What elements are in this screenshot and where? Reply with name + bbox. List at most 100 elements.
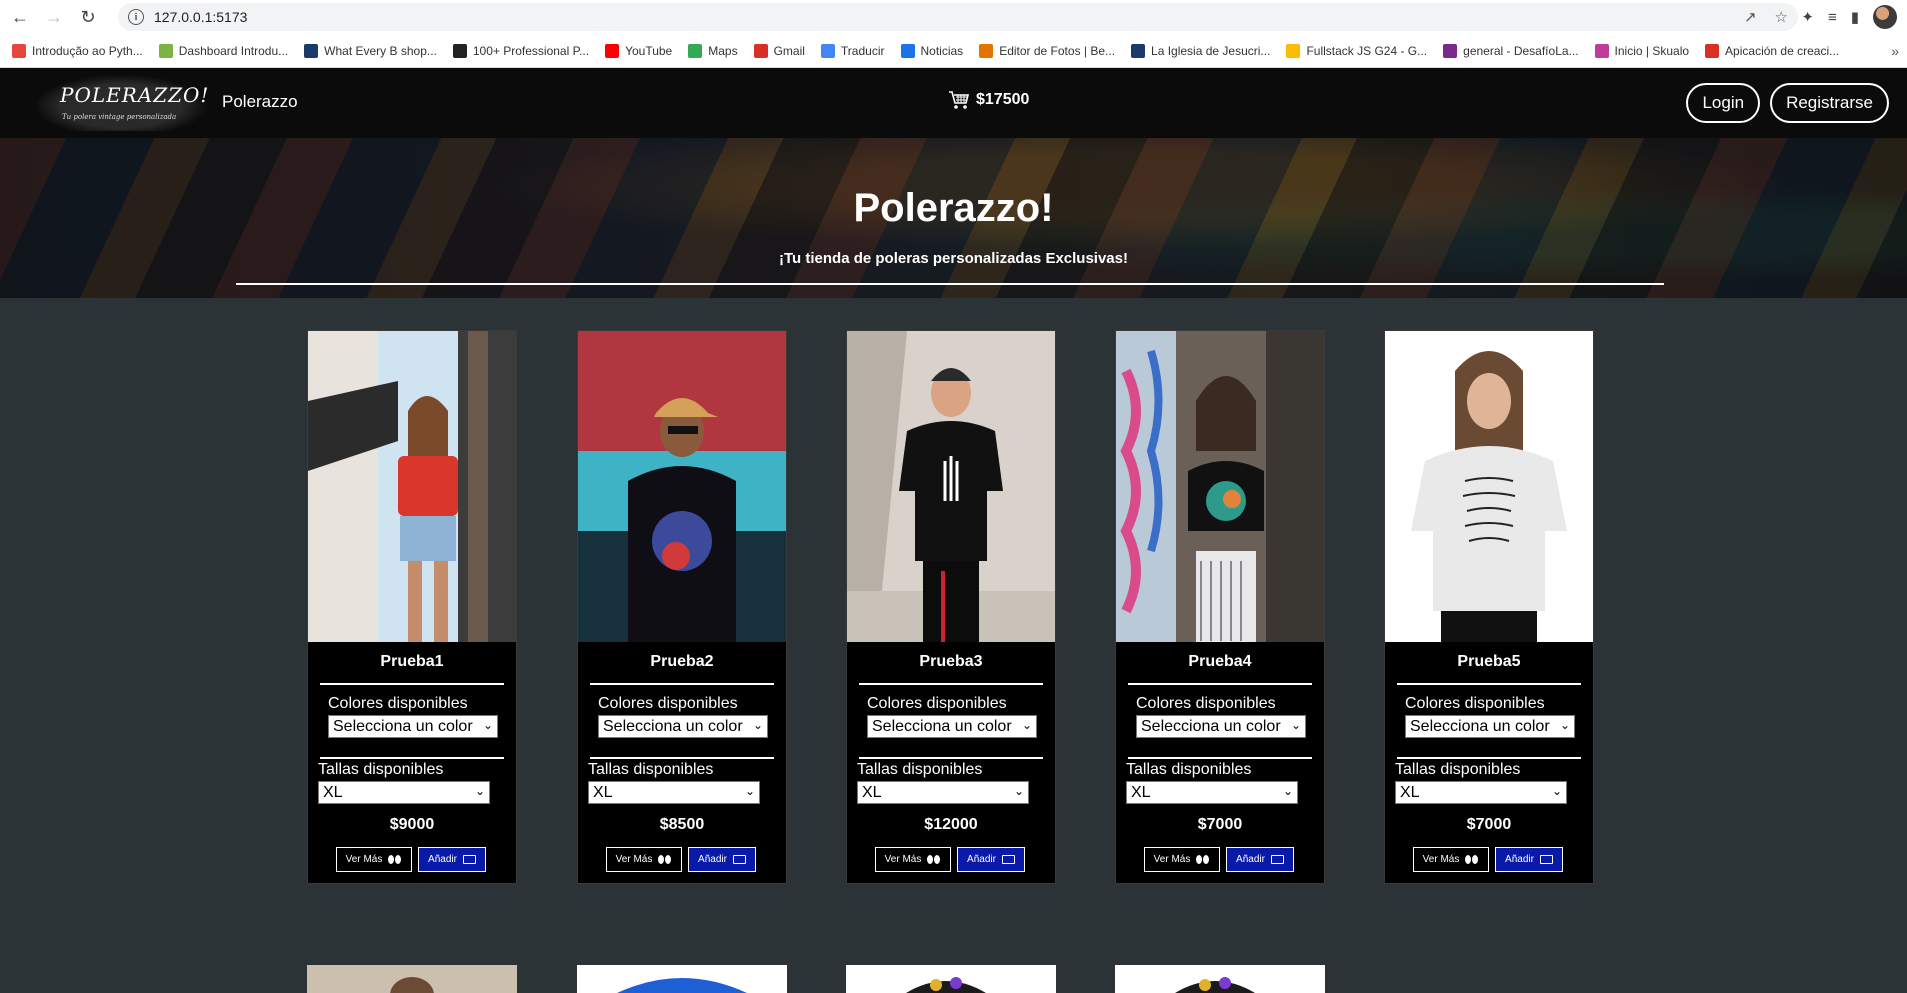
add-to-cart-button[interactable]: Añadir — [418, 847, 486, 872]
size-select[interactable]: XL ⌄ — [1395, 781, 1567, 804]
bookmark-item[interactable]: Apicación de creaci... — [1705, 43, 1839, 58]
eyes-icon — [927, 854, 941, 865]
bookmark-item[interactable]: What Every B shop... — [304, 43, 437, 58]
product-image[interactable] — [847, 331, 1055, 642]
divider — [320, 757, 504, 759]
product-image[interactable] — [308, 331, 516, 642]
size-select[interactable]: XL ⌄ — [857, 781, 1029, 804]
divider — [590, 683, 774, 685]
bookmark-item[interactable]: Inicio | Skualo — [1594, 43, 1689, 58]
bookmark-favicon-icon — [452, 43, 467, 58]
address-bar[interactable]: i 127.0.0.1:5173 ↗ ☆ — [118, 3, 1798, 31]
news-icon — [900, 43, 915, 58]
sizes-label: Tallas disponibles — [1126, 761, 1252, 778]
product-image[interactable] — [1115, 965, 1325, 993]
add-to-cart-button[interactable]: Añadir — [688, 847, 756, 872]
bookmark-item[interactable]: Traducir — [820, 43, 885, 58]
product-image[interactable] — [1116, 331, 1324, 642]
youtube-icon — [605, 43, 620, 58]
color-select[interactable]: Selecciona un color ⌄ — [867, 715, 1037, 738]
back-icon[interactable]: ← — [6, 3, 34, 31]
bookmark-item[interactable]: Noticias — [900, 43, 963, 58]
bookmark-item[interactable]: 100+ Professional P... — [452, 43, 589, 58]
site-info-icon[interactable]: i — [128, 9, 144, 25]
product-name: Prueba3 — [919, 653, 983, 670]
see-more-button[interactable]: Ver Más — [1144, 847, 1220, 872]
bookmark-item[interactable]: YouTube — [605, 43, 672, 58]
product-photo-icon — [308, 331, 516, 642]
register-button[interactable]: Registrarse — [1770, 83, 1889, 123]
divider — [1397, 683, 1581, 685]
product-photo-icon — [847, 331, 1055, 642]
add-to-cart-button[interactable]: Añadir — [957, 847, 1025, 872]
size-select[interactable]: XL ⌄ — [1126, 781, 1298, 804]
sizes-label: Tallas disponibles — [318, 761, 444, 778]
product-image[interactable] — [578, 331, 786, 642]
bookmark-item[interactable]: Introdução ao Pyth... — [12, 43, 143, 58]
divider — [590, 757, 774, 759]
bookmark-item[interactable]: La Iglesia de Jesucri... — [1131, 43, 1270, 58]
chevron-down-icon: ⌄ — [1551, 784, 1562, 798]
add-to-cart-button[interactable]: Añadir — [1226, 847, 1294, 872]
color-select[interactable]: Selecciona un color ⌄ — [598, 715, 768, 738]
product-image[interactable] — [307, 965, 517, 993]
colors-label: Colores disponibles — [328, 695, 468, 712]
size-select[interactable]: XL ⌄ — [318, 781, 490, 804]
product-grid: Prueba1 Colores disponibles Selecciona u… — [0, 298, 1907, 993]
bookmark-item[interactable]: Dashboard Introdu... — [158, 43, 288, 58]
bookmark-item[interactable]: Fullstack JS G24 - G... — [1286, 43, 1427, 58]
color-select[interactable]: Selecciona un color ⌄ — [1136, 715, 1306, 738]
product-image[interactable] — [846, 965, 1056, 993]
share-icon[interactable]: ↗ — [1744, 8, 1757, 26]
extensions-icon[interactable]: ✦ — [1801, 8, 1814, 26]
bookmark-star-icon[interactable]: ☆ — [1775, 8, 1788, 26]
colors-label: Colores disponibles — [867, 695, 1007, 712]
navbar: POLERAZZO! Tu polera vintage personaliza… — [0, 68, 1907, 138]
bookmark-favicon-icon — [12, 43, 26, 58]
cart-total: $17500 — [976, 91, 1030, 108]
product-price: $9000 — [389, 816, 435, 833]
logo[interactable]: POLERAZZO! Tu polera vintage personaliza… — [36, 75, 208, 131]
side-panel-icon[interactable]: ▮ — [1851, 8, 1859, 26]
bookmark-item[interactable]: general - DesafíoLa... — [1443, 43, 1579, 58]
divider — [1128, 757, 1312, 759]
divider — [859, 683, 1043, 685]
bookmark-favicon-icon — [1594, 43, 1609, 58]
bookmark-favicon-icon — [1131, 43, 1146, 58]
size-select[interactable]: XL ⌄ — [588, 781, 760, 804]
colors-label: Colores disponibles — [598, 695, 738, 712]
add-to-cart-button[interactable]: Añadir — [1495, 847, 1563, 872]
product-photo-icon — [846, 965, 1056, 993]
chevron-right-icon[interactable]: » — [1891, 34, 1899, 67]
brand-link[interactable]: Polerazzo — [222, 92, 298, 112]
bookmark-item[interactable]: Maps — [688, 43, 738, 58]
eyes-icon — [1465, 854, 1479, 865]
login-button[interactable]: Login — [1686, 83, 1761, 123]
chevron-down-icon: ⌄ — [482, 718, 493, 732]
color-select[interactable]: Selecciona un color ⌄ — [328, 715, 498, 738]
product-image[interactable] — [1385, 331, 1593, 642]
see-more-button[interactable]: Ver Más — [1413, 847, 1489, 872]
divider — [1397, 757, 1581, 759]
product-photo-icon — [577, 965, 787, 993]
bookmark-item[interactable]: Gmail — [753, 43, 805, 58]
reload-icon[interactable]: ↻ — [74, 3, 102, 31]
product-image[interactable] — [577, 965, 787, 993]
translate-icon — [820, 43, 835, 58]
bookmark-item[interactable]: Editor de Fotos | Be... — [979, 43, 1115, 58]
forward-icon[interactable]: → — [40, 3, 68, 31]
cart-icon — [1270, 855, 1284, 864]
cart-icon — [1539, 855, 1553, 864]
see-more-button[interactable]: Ver Más — [336, 847, 412, 872]
profile-avatar[interactable] — [1873, 5, 1897, 29]
cart-link[interactable]: $17500 — [948, 90, 1029, 110]
see-more-button[interactable]: Ver Más — [606, 847, 682, 872]
see-more-button[interactable]: Ver Más — [875, 847, 951, 872]
reading-list-icon[interactable]: ≡ — [1828, 9, 1837, 26]
product-photo-icon — [307, 965, 517, 993]
sizes-label: Tallas disponibles — [1395, 761, 1521, 778]
eyes-icon — [658, 854, 672, 865]
maps-icon — [688, 43, 703, 58]
color-select[interactable]: Selecciona un color ⌄ — [1405, 715, 1575, 738]
cart-icon — [1001, 855, 1015, 864]
